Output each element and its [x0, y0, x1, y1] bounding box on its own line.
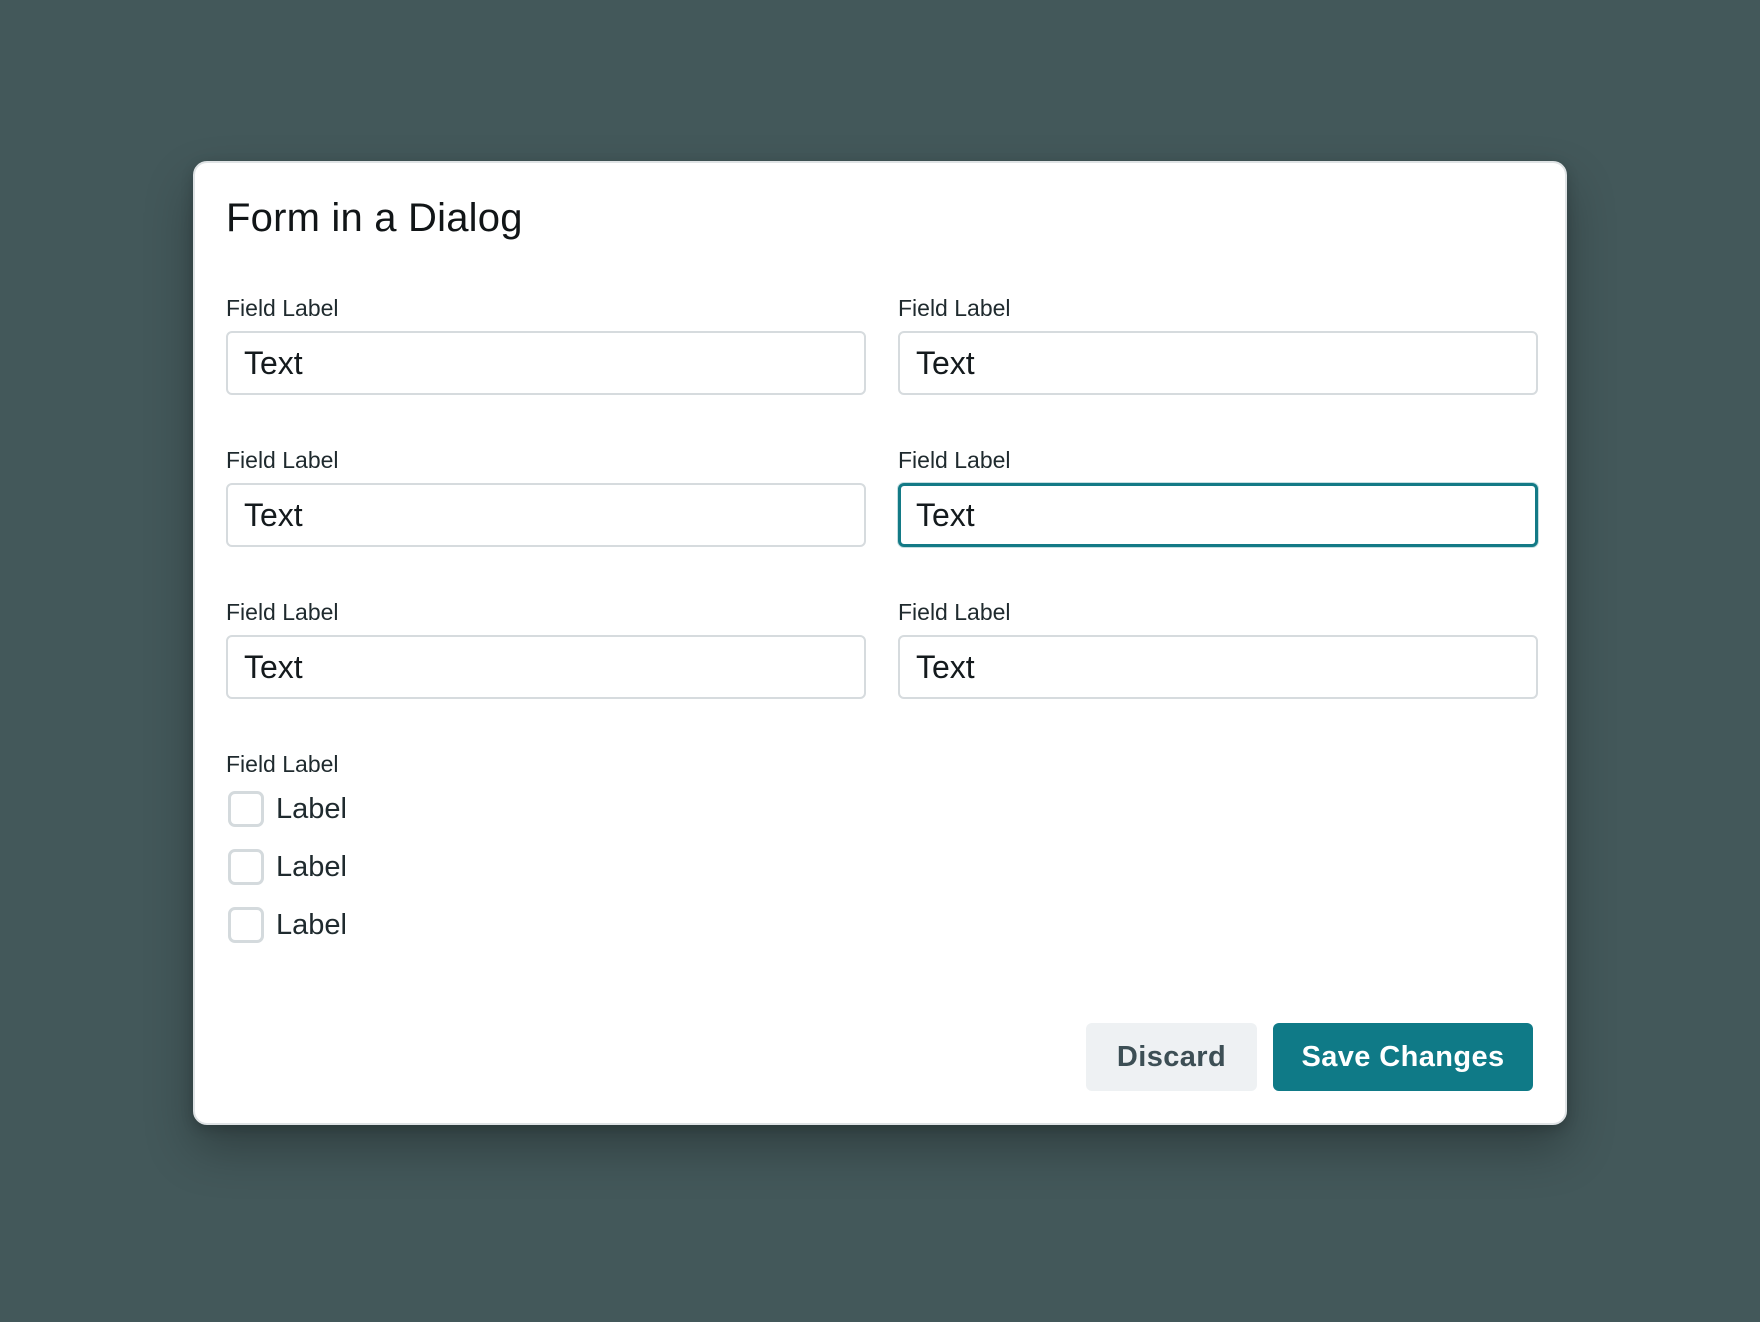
discard-button[interactable]: Discard	[1086, 1023, 1257, 1091]
checkbox[interactable]	[228, 907, 264, 943]
field-6: Field Label	[898, 598, 1538, 699]
field-label: Field Label	[226, 295, 339, 321]
checkbox-label: Label	[276, 850, 347, 883]
dialog-footer: Discard Save Changes	[1086, 1023, 1533, 1091]
form-dialog: Form in a Dialog Field Label Field Label…	[193, 161, 1567, 1125]
text-input-3[interactable]	[226, 483, 866, 547]
text-input-4-focused[interactable]	[898, 483, 1538, 547]
field-label: Field Label	[898, 447, 1011, 473]
field-label: Field Label	[898, 295, 1011, 321]
checkbox-option-1[interactable]: Label	[226, 780, 347, 838]
text-input-5[interactable]	[226, 635, 866, 699]
field-2: Field Label	[898, 294, 1538, 395]
field-4: Field Label	[898, 446, 1538, 547]
checkbox-label: Label	[276, 908, 347, 941]
text-input-2[interactable]	[898, 331, 1538, 395]
field-label: Field Label	[226, 599, 339, 625]
checkbox[interactable]	[228, 791, 264, 827]
checkbox-option-2[interactable]: Label	[226, 838, 347, 896]
field-5: Field Label	[226, 598, 866, 699]
save-changes-button[interactable]: Save Changes	[1273, 1023, 1533, 1091]
field-label: Field Label	[898, 599, 1011, 625]
field-1: Field Label	[226, 294, 866, 395]
field-3: Field Label	[226, 446, 866, 547]
dialog-title: Form in a Dialog	[226, 196, 523, 240]
checkbox[interactable]	[228, 849, 264, 885]
checkbox-label: Label	[276, 792, 347, 825]
text-input-1[interactable]	[226, 331, 866, 395]
field-label: Field Label	[226, 447, 339, 473]
checkbox-group: Field Label Label Label Label	[226, 750, 347, 954]
checkbox-group-label: Field Label	[226, 751, 339, 777]
checkbox-option-3[interactable]: Label	[226, 896, 347, 954]
text-input-6[interactable]	[898, 635, 1538, 699]
